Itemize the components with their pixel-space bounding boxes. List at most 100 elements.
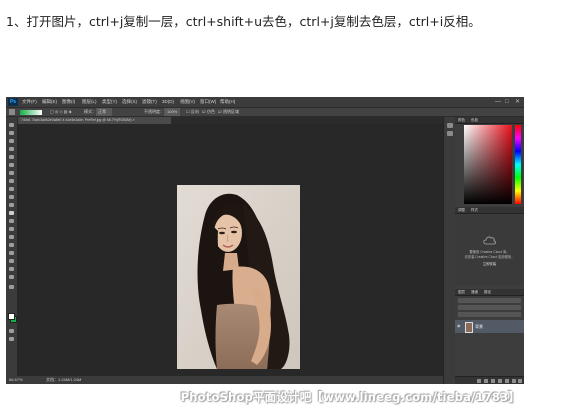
opacity-label: 不透明度：	[144, 109, 164, 114]
path-select-tool-icon[interactable]	[9, 251, 14, 255]
dither-checkbox[interactable]: ☑	[202, 108, 206, 116]
crop-tool-icon[interactable]	[9, 155, 14, 159]
menu-filter[interactable]: 滤镜(T)	[142, 97, 157, 107]
transparency-checkbox[interactable]: ☑	[218, 108, 222, 116]
cloud-icon	[483, 236, 496, 245]
screen-mode-icon[interactable]	[9, 337, 14, 341]
tab-swatches[interactable]: 色板	[471, 117, 478, 123]
brush-tool-icon[interactable]	[9, 179, 14, 183]
gradient-tool-icon[interactable]	[9, 211, 14, 215]
fx-icon[interactable]	[484, 379, 488, 383]
install-link[interactable]: 立即安装	[459, 261, 520, 266]
more-tools-icon[interactable]	[9, 285, 14, 289]
quick-select-tool-icon[interactable]	[9, 147, 14, 151]
dither-label: 仿色	[207, 109, 215, 114]
tab-layers[interactable]: 图层	[458, 289, 465, 295]
marquee-tool-icon[interactable]	[9, 131, 14, 135]
zoom-tool-icon[interactable]	[9, 275, 14, 279]
portrait-image	[177, 185, 300, 369]
adjustment-layer-icon[interactable]	[498, 379, 502, 383]
document-size: 文档：1.24M/1.24M	[46, 377, 82, 382]
layer-filter-bar[interactable]	[458, 298, 521, 303]
options-bar: ▢ ◎ ◇ ▤ ◈ 模式： 正常 不透明度： 100% ☐ 反向 ☑ 仿色 ☑ …	[6, 107, 524, 117]
mode-select[interactable]: 正常	[96, 108, 112, 116]
blur-tool-icon[interactable]	[9, 219, 14, 223]
quick-mask-icon[interactable]	[9, 329, 14, 333]
history-panel-icon[interactable]	[447, 123, 453, 128]
mode-label: 模式：	[84, 109, 96, 114]
instruction-text: 1、打开图片，ctrl+j复制一层，ctrl+shift+u去色，ctrl+j复…	[6, 14, 481, 29]
dodge-tool-icon[interactable]	[9, 227, 14, 231]
foreground-color-swatch[interactable]	[8, 313, 15, 320]
properties-panel-icon[interactable]	[447, 131, 453, 136]
menu-help[interactable]: 帮助(H)	[220, 97, 235, 107]
menu-view[interactable]: 视图(V)	[180, 97, 195, 107]
reverse-checkbox[interactable]: ☐	[186, 108, 190, 116]
watermark-text: PhotoShop平面设计吧【www.lineeg.com/tieba/1783…	[180, 390, 520, 404]
tab-styles[interactable]: 样式	[471, 207, 478, 213]
gradient-type-icons[interactable]: ▢ ◎ ◇ ▤ ◈	[50, 108, 72, 116]
menu-layer[interactable]: 图层(L)	[82, 97, 97, 107]
tab-channels[interactable]: 通道	[471, 289, 478, 295]
add-mask-icon[interactable]	[491, 379, 495, 383]
library-message-2: 请安装 Creative Cloud 应用程序。	[464, 255, 515, 259]
history-brush-tool-icon[interactable]	[9, 195, 14, 199]
trash-icon[interactable]	[518, 379, 522, 383]
eyedropper-tool-icon[interactable]	[9, 163, 14, 167]
collapsed-panel-dock	[443, 117, 455, 384]
healing-brush-tool-icon[interactable]	[9, 171, 14, 175]
menu-window[interactable]: 窗口(W)	[200, 97, 216, 107]
menu-edit[interactable]: 编辑(E)	[42, 97, 57, 107]
blend-mode-bar[interactable]	[458, 305, 521, 310]
tab-paths[interactable]: 路径	[484, 289, 491, 295]
layer-thumbnail	[465, 322, 473, 333]
new-layer-icon[interactable]	[512, 379, 516, 383]
menu-bar: Ps 文件(F) 编辑(E) 图像(I) 图层(L) 类型(Y) 选择(S) 滤…	[6, 97, 524, 107]
reverse-label: 反向	[191, 109, 199, 114]
close-button[interactable]: ✕	[515, 97, 520, 107]
transparency-label: 透明区域	[223, 109, 239, 114]
clone-stamp-tool-icon[interactable]	[9, 187, 14, 191]
photoshop-window: Ps 文件(F) 编辑(E) 图像(I) 图层(L) 类型(Y) 选择(S) 滤…	[6, 97, 524, 384]
layers-footer	[455, 376, 524, 384]
pen-tool-icon[interactable]	[9, 235, 14, 239]
lock-bar[interactable]	[458, 312, 521, 317]
move-tool-icon[interactable]	[9, 123, 14, 127]
tool-preset-icon[interactable]	[9, 109, 15, 115]
opacity-field[interactable]: 100%	[164, 108, 181, 116]
document-photo[interactable]	[177, 185, 300, 369]
layers-panel-header: 图层 通道 路径	[455, 289, 524, 296]
menu-file[interactable]: 文件(F)	[22, 97, 37, 107]
hue-slider[interactable]	[515, 125, 521, 204]
maximize-button[interactable]: □	[505, 97, 509, 107]
link-layers-icon[interactable]	[477, 379, 481, 383]
layer-row[interactable]: ◉ 背景	[455, 320, 524, 333]
status-bar: 66.67% 文档：1.24M/1.24M	[6, 376, 443, 384]
toolbox	[6, 117, 17, 376]
canvas-area[interactable]	[17, 124, 443, 376]
shape-tool-icon[interactable]	[9, 259, 14, 263]
color-field[interactable]	[464, 125, 512, 204]
eye-icon[interactable]: ◉	[457, 324, 462, 328]
type-tool-icon[interactable]	[9, 243, 14, 247]
gradient-preview[interactable]	[20, 110, 42, 115]
minimize-button[interactable]: —	[495, 97, 501, 107]
ps-logo-icon: Ps	[8, 98, 18, 106]
library-panel: 要使用 Creative Cloud 库， 请安装 Creative Cloud…	[455, 215, 524, 285]
menu-image[interactable]: 图像(I)	[62, 97, 75, 107]
zoom-level[interactable]: 66.67%	[9, 376, 23, 384]
hand-tool-icon[interactable]	[9, 267, 14, 271]
menu-3d[interactable]: 3D(D)	[162, 97, 174, 107]
eraser-tool-icon[interactable]	[9, 203, 14, 207]
new-group-icon[interactable]	[505, 379, 509, 383]
right-panels: 颜色 色板 调整 样式 要使用 Creative Cloud 库， 请安装 Cr…	[455, 117, 524, 384]
menu-select[interactable]: 选择(S)	[122, 97, 137, 107]
layer-name: 背景	[475, 324, 483, 329]
document-tab[interactable]: 7d3e1 7acfc3a0b2e0a8e0 4 d1e5e2a0e. PreR…	[18, 117, 171, 124]
tab-color[interactable]: 颜色	[458, 117, 465, 123]
lasso-tool-icon[interactable]	[9, 139, 14, 143]
adjust-panel-header: 调整 样式	[455, 207, 524, 214]
color-panel-header: 颜色 色板	[455, 117, 524, 124]
tab-adjust[interactable]: 调整	[458, 207, 465, 213]
menu-type[interactable]: 类型(Y)	[102, 97, 117, 107]
